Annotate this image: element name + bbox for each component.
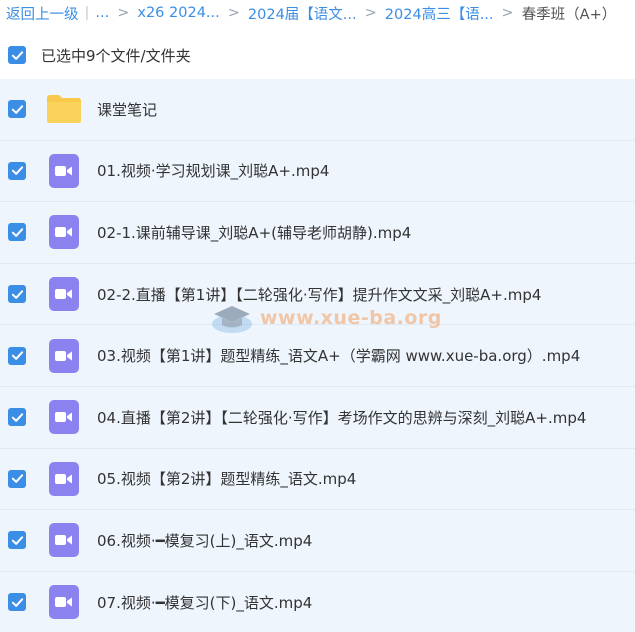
row-checkbox[interactable] xyxy=(8,161,26,180)
file-row-video[interactable]: 05.视频【第2讲】题型精练_语文.mp4 xyxy=(0,448,635,511)
row-checkbox[interactable] xyxy=(8,531,26,550)
file-name[interactable]: 03.视频【第1讲】题型精练_语文A+（学霸网 www.xue-ba.org）.… xyxy=(97,345,580,366)
file-name[interactable]: 01.视频·学习规划课_刘聪A+.mp4 xyxy=(97,160,329,181)
breadcrumb-divider: | xyxy=(84,5,90,21)
selection-summary: 已选中9个文件/文件夹 xyxy=(41,46,191,65)
video-file-icon xyxy=(46,338,82,374)
check-icon xyxy=(11,597,23,607)
file-name[interactable]: 07.视频·━模复习(下)_语文.mp4 xyxy=(97,592,312,613)
file-row-video[interactable]: 02-1.课前辅导课_刘聪A+(辅导老师胡静).mp4 xyxy=(0,202,635,264)
video-file-icon xyxy=(46,584,82,620)
video-file-icon xyxy=(46,461,82,497)
check-icon xyxy=(11,166,23,176)
video-file-icon xyxy=(46,214,82,250)
file-list: 课堂笔记 01.视频·学习规划课_刘聪A+.mp4 02-1.课前辅导课_刘聪A… xyxy=(0,79,635,632)
breadcrumb-item-ellipsis[interactable]: ... xyxy=(95,5,109,21)
check-icon xyxy=(11,289,23,299)
breadcrumb: 返回上一级 | ... > x26 2024... > 2024届【语文... … xyxy=(0,0,635,26)
row-checkbox[interactable] xyxy=(8,100,26,119)
row-checkbox[interactable] xyxy=(8,469,26,488)
check-icon xyxy=(11,536,23,545)
check-icon xyxy=(11,351,23,361)
check-icon xyxy=(11,228,23,237)
video-file-icon xyxy=(46,522,82,558)
breadcrumb-separator: > xyxy=(227,5,240,21)
file-row-video[interactable]: 01.视频·学习规划课_刘聪A+.mp4 xyxy=(0,140,635,203)
file-row-video[interactable]: 02-2.直播【第1讲】【二轮强化·写作】提升作文文采_刘聪A+.mp4 xyxy=(0,263,635,326)
row-checkbox[interactable] xyxy=(8,223,26,242)
breadcrumb-separator: > xyxy=(364,5,377,21)
file-name[interactable]: 06.视频·━模复习(上)_语文.mp4 xyxy=(97,530,312,551)
row-checkbox[interactable] xyxy=(8,408,26,427)
check-icon xyxy=(11,474,23,484)
file-row-folder[interactable]: 课堂笔记 xyxy=(0,79,635,141)
breadcrumb-separator: > xyxy=(501,5,514,21)
file-row-video[interactable]: 07.视频·━模复习(下)_语文.mp4 xyxy=(0,571,635,632)
file-row-video[interactable]: 04.直播【第2讲】【二轮强化·写作】考场作文的思辨与深刻_刘聪A+.mp4 xyxy=(0,386,635,449)
check-icon xyxy=(11,50,23,60)
video-file-icon xyxy=(46,276,82,312)
folder-icon xyxy=(46,91,82,127)
breadcrumb-separator: > xyxy=(117,5,130,21)
breadcrumb-current: 春季班（A+） xyxy=(521,6,617,23)
selection-header: 已选中9个文件/文件夹 xyxy=(0,38,635,72)
select-all-checkbox[interactable] xyxy=(8,46,26,64)
file-name[interactable]: 02-1.课前辅导课_刘聪A+(辅导老师胡静).mp4 xyxy=(97,222,411,243)
breadcrumb-item-2024-senior[interactable]: 2024高三【语... xyxy=(385,3,494,24)
file-row-video[interactable]: 03.视频【第1讲】题型精练_语文A+（学霸网 www.xue-ba.org）.… xyxy=(0,325,635,387)
video-file-icon xyxy=(46,399,82,435)
row-checkbox[interactable] xyxy=(8,285,26,304)
check-icon xyxy=(11,413,23,422)
row-checkbox[interactable] xyxy=(8,346,26,365)
file-name[interactable]: 04.直播【第2讲】【二轮强化·写作】考场作文的思辨与深刻_刘聪A+.mp4 xyxy=(97,407,586,428)
video-file-icon xyxy=(46,153,82,189)
breadcrumb-item-2024-chinese[interactable]: 2024届【语文... xyxy=(248,3,357,24)
file-name[interactable]: 课堂笔记 xyxy=(97,99,157,120)
file-row-video[interactable]: 06.视频·━模复习(上)_语文.mp4 xyxy=(0,510,635,572)
breadcrumb-item-x26[interactable]: x26 2024... xyxy=(137,5,219,21)
back-link[interactable]: 返回上一级 xyxy=(6,3,79,24)
file-name[interactable]: 02-2.直播【第1讲】【二轮强化·写作】提升作文文采_刘聪A+.mp4 xyxy=(97,284,541,305)
check-icon xyxy=(11,105,23,114)
row-checkbox[interactable] xyxy=(8,593,26,612)
file-name[interactable]: 05.视频【第2讲】题型精练_语文.mp4 xyxy=(97,468,356,489)
